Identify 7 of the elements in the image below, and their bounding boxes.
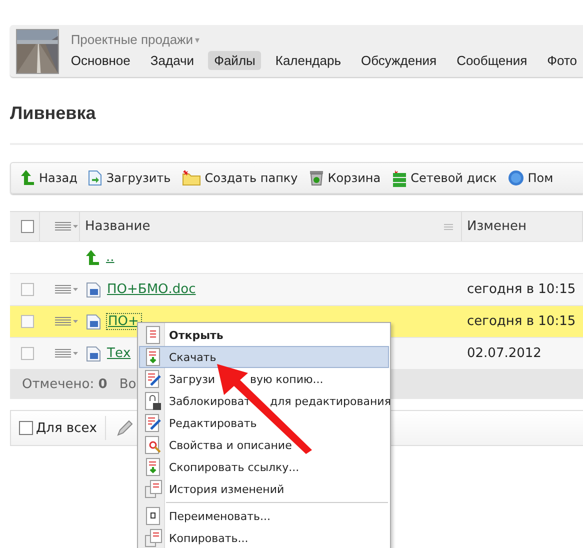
footer-text: Во xyxy=(119,377,136,392)
caret-icon: ▾ xyxy=(195,34,200,44)
page-title: Ливневка xyxy=(10,103,97,124)
date-cell-text: сегодня в 10:15 xyxy=(466,282,577,297)
date-cell-text: сегодня в 10:15 xyxy=(466,314,577,329)
selected-count: Отмечено: 0 xyxy=(22,377,108,392)
date-cell-text: 02.07.2012 xyxy=(466,346,542,361)
